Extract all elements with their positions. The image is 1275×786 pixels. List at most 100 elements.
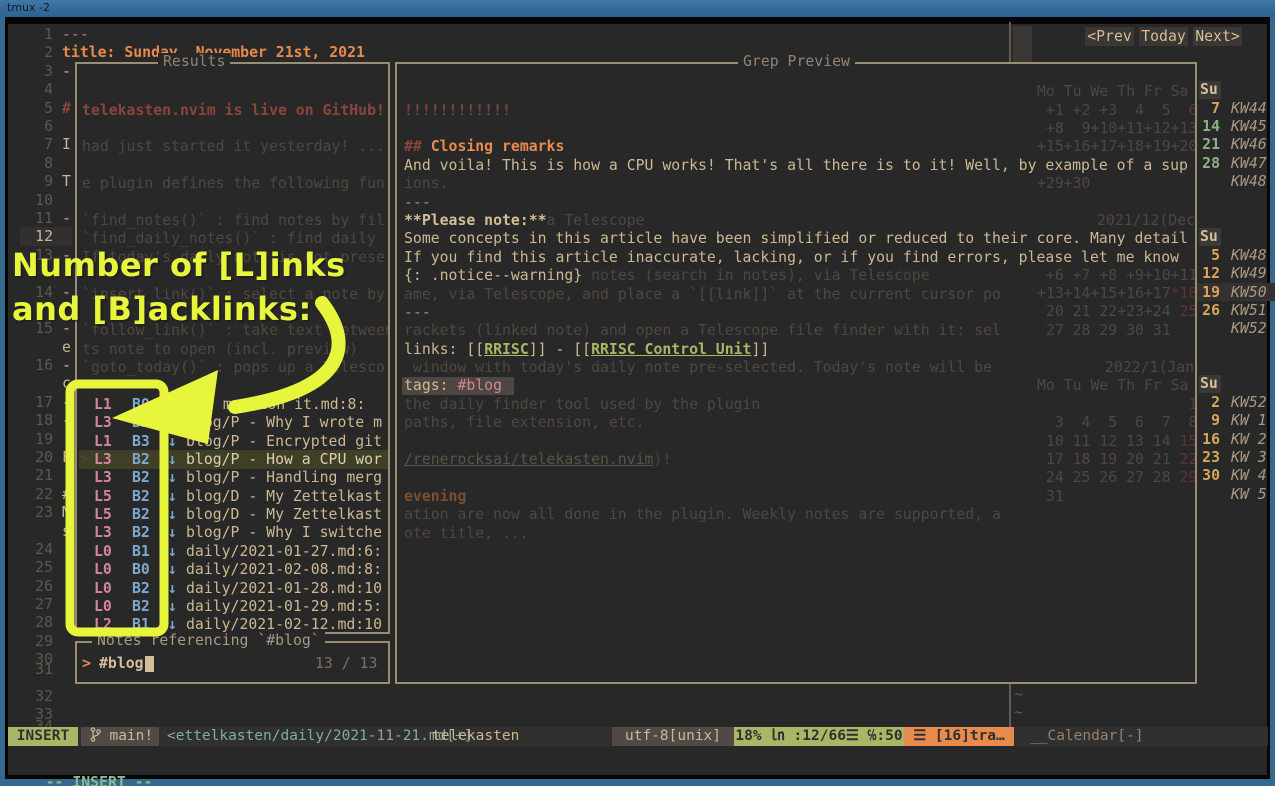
- calendar-nav-today[interactable]: Today: [1139, 27, 1188, 46]
- calendar-bleed-text-run: 31: [1037, 488, 1064, 505]
- calendar-day[interactable]: 16: [1200, 431, 1220, 449]
- line-number-run: 4: [44, 81, 53, 98]
- result-row[interactable]: L0B2↓daily/2021-01-29.md:5:: [77, 598, 388, 616]
- statusline-calendar-window-label: __Calendar[-]: [1030, 727, 1144, 746]
- preview-line: ## Closing remarks: [404, 138, 564, 156]
- results-bleed-text: `find_notes()` : find notes by fil: [82, 212, 385, 230]
- buffer-first-char: -: [62, 210, 71, 228]
- line-number-run: 21: [35, 467, 53, 484]
- line-number-run: 29: [35, 633, 53, 650]
- calendar-bleed-text-run: +6 +7 +8 +9+10+11: [1037, 267, 1197, 284]
- calendar-bleed-text-run: 2021/12(Dec: [1097, 212, 1195, 229]
- result-note-name: blog/P - Encrypted git: [186, 433, 382, 451]
- line-number-run: 28: [35, 614, 53, 631]
- result-row[interactable]: L0B2↓daily/2021-01-28.md:10: [77, 580, 388, 598]
- preview-line: ---: [404, 194, 431, 212]
- buffer-line-1: ---: [62, 26, 89, 44]
- window-separator-top: [1009, 22, 1011, 62]
- calendar-nav-next[interactable]: Next>: [1193, 27, 1242, 46]
- line-number: 1: [20, 26, 53, 44]
- annotation-text-line2: and [B]acklinks:: [12, 290, 312, 328]
- calendar-bleed-text: 2022/1(Jan: [1105, 359, 1194, 377]
- line-number: 23: [20, 504, 53, 522]
- calendar-week-label-run: KW47: [1231, 155, 1267, 172]
- line-number-run: 18: [35, 412, 53, 429]
- calendar-week-label: KW 3: [1231, 449, 1267, 467]
- line-number: 10: [20, 192, 53, 210]
- calendar-su-header: Su: [1200, 81, 1218, 99]
- preview-line-run: RRISC: [484, 341, 529, 358]
- result-row[interactable]: L3B2↓blog/P - How a CPU wor: [77, 451, 388, 469]
- calendar-day[interactable]: 12: [1200, 265, 1220, 283]
- result-row[interactable]: L0B0↓daily/2021-02-08.md:8:: [77, 561, 388, 579]
- result-row[interactable]: L3B2↓blog/P - Handling merg: [77, 469, 388, 487]
- calendar-bleed-text-run: 24 25 26 27 28: [1037, 469, 1171, 486]
- calendar-day[interactable]: 26: [1200, 302, 1220, 320]
- calendar-day[interactable]: 19: [1200, 284, 1220, 302]
- calendar-bleed-text-run: [1037, 396, 1180, 413]
- calendar-nav-prev[interactable]: <Prev: [1085, 27, 1134, 46]
- results-bleed-text-run: ts note to open (incl. preview): [82, 341, 358, 358]
- buffer-first-char: -: [62, 357, 71, 375]
- calendar-day[interactable]: 23: [1200, 449, 1220, 467]
- links-count-badge: L0: [94, 561, 112, 579]
- backlinks-count-badge: B2: [132, 414, 150, 432]
- line-number: 9: [20, 173, 53, 191]
- line-number: 8: [20, 155, 53, 173]
- result-row[interactable]: L1B0↓i mention it.md:8:: [77, 396, 388, 414]
- result-row[interactable]: L1B3↓blog/P - Encrypted git: [77, 433, 388, 451]
- calendar-su-header: Su: [1200, 375, 1218, 393]
- result-row[interactable]: L5B2↓blog/D - My Zettelkast: [77, 506, 388, 524]
- calendar-bleed-text-run: +15+16+17+18+19+20: [1037, 138, 1197, 155]
- calendar-bleed-text: 10 11 12 13 14 15: [1037, 433, 1197, 451]
- calendar-week-label: KW50: [1231, 284, 1267, 302]
- buffer-first-char: #: [62, 100, 71, 118]
- line-number: 4: [20, 81, 53, 99]
- line-number-run: 20: [35, 449, 53, 466]
- line-number: 3: [20, 63, 53, 81]
- preview-line: links: [[RRISC]] - [[RRISC Control Unit]…: [404, 341, 769, 359]
- line-number: 18: [20, 412, 53, 430]
- result-note-name: blog/P - Why I wrote m: [186, 414, 382, 432]
- preview-line-run: ---: [404, 194, 431, 211]
- preview-line-run: /renerocksai/telekasten.nvim: [404, 451, 653, 468]
- prompt-input[interactable]: #blog: [99, 655, 144, 673]
- result-row[interactable]: L3B2↓blog/P - Why I wrote m: [77, 414, 388, 432]
- calendar-bleed-text-run: 3 4 5 6 7 8: [1037, 414, 1197, 431]
- result-row[interactable]: L5B2↓blog/D - My Zettelkast: [77, 488, 388, 506]
- calendar-bleed-text: +13+14+15+16+17*18: [1037, 285, 1197, 303]
- calendar-day[interactable]: 30: [1200, 467, 1220, 485]
- calendar-week-label-run: KW 4: [1231, 467, 1267, 484]
- calendar-week-label-run: KW49: [1231, 265, 1267, 282]
- calendar-bleed-text: 17 18 19 20 21 22: [1037, 451, 1197, 469]
- calendar-day[interactable]: 5: [1200, 247, 1220, 265]
- line-number: 28: [20, 614, 53, 632]
- result-row[interactable]: L3B2↓blog/P - Why I switche: [77, 524, 388, 542]
- calendar-day[interactable]: 14: [1200, 118, 1220, 136]
- empty-line-tilde: ~: [1014, 686, 1023, 704]
- calendar-day[interactable]: 9: [1200, 412, 1220, 430]
- result-note-name: daily/2021-02-08.md:8:: [186, 561, 382, 579]
- calendar-day[interactable]: 28: [1200, 155, 1220, 173]
- statusline-filetype: telekasten: [432, 727, 519, 746]
- statusline-mode-indicator-text: INSERT: [17, 728, 69, 744]
- result-row[interactable]: L0B1↓daily/2021-01-27.md:6:: [77, 543, 388, 561]
- line-number-run: 27: [35, 596, 53, 613]
- line-number-run: 9: [44, 173, 53, 190]
- backlinks-count-badge: B2: [132, 598, 150, 616]
- line-number: 17: [20, 394, 53, 412]
- line-number: 22: [20, 486, 53, 504]
- note-arrow-icon: ↓: [168, 543, 177, 561]
- calendar-day-run: 28: [1202, 155, 1220, 172]
- backlinks-count-badge: B1: [132, 543, 150, 561]
- buffer-first-char-run: F: [62, 449, 71, 466]
- calendar-bleed-text-run: 25: [1171, 303, 1197, 320]
- buffer-line-3-run: -: [62, 63, 71, 80]
- calendar-day[interactable]: 7: [1200, 100, 1220, 118]
- results-bleed-text-run: had just started it yesterday! ...: [82, 138, 385, 155]
- line-number: 20: [20, 449, 53, 467]
- calendar-day[interactable]: 21: [1200, 136, 1220, 154]
- buffer-first-char: M: [62, 504, 71, 522]
- calendar-week-label-run: KW48: [1231, 247, 1267, 264]
- calendar-day[interactable]: 2: [1200, 394, 1220, 412]
